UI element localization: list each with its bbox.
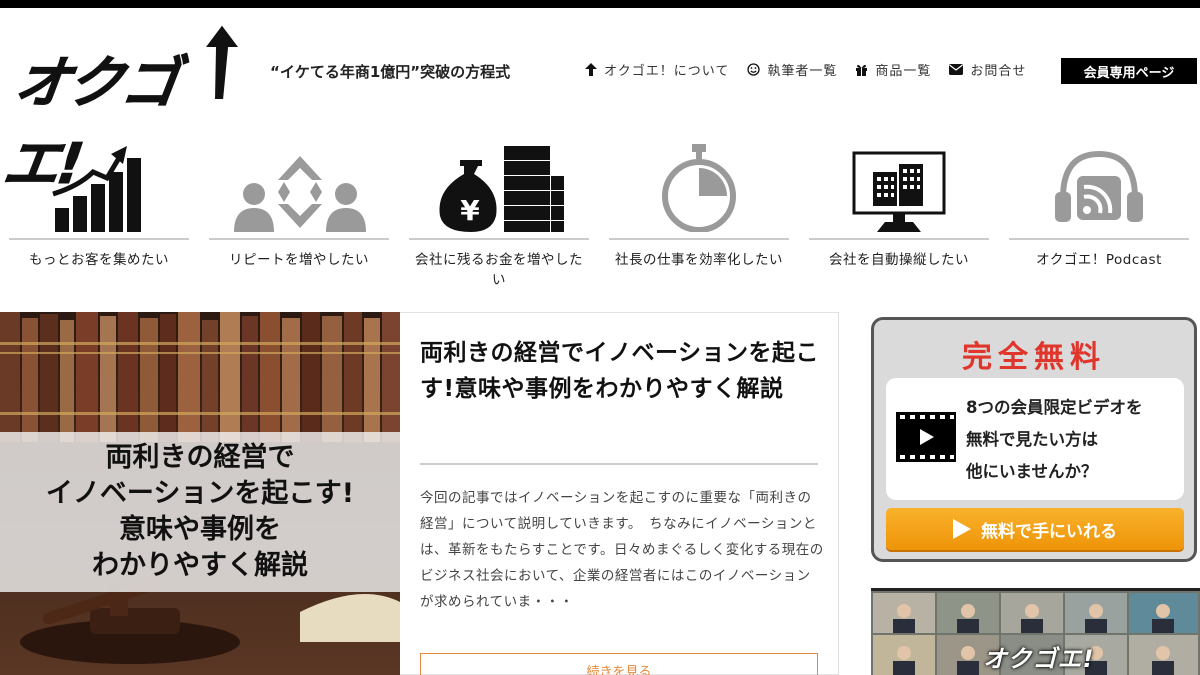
envelope-icon: [949, 64, 964, 75]
category-divider: [1009, 238, 1189, 240]
cta-label: 無料で手にいれる: [981, 521, 1117, 542]
nav-item-label: 商品一覧: [875, 64, 932, 79]
main-nav: オクゴエ！について 執筆者一覧 商品一覧 お問合せ: [585, 60, 1044, 79]
site-header: オクゴエ! “イケてる年商1億円”突破の方程式 オクゴエ！について 執筆者一覧 …: [0, 8, 1200, 198]
site-tagline: “イケてる年商1億円”突破の方程式: [270, 63, 511, 81]
category-repeat[interactable]: リピートを増やしたい: [209, 140, 389, 275]
category-label: オクゴエ！Podcast: [1036, 252, 1162, 268]
yen-money-bag-icon: ¥: [439, 146, 564, 232]
category-divider: [409, 238, 589, 240]
article-card: 両利きの経営でイノベーションを起こす!意味や事例をわかりやすく解説 今回の記事で…: [400, 312, 839, 675]
nav-item-label: 執筆者一覧: [767, 64, 838, 79]
promo-message-box: 8つの会員限定ビデオを 無料で見たい方は 他にいませんか？: [886, 378, 1184, 500]
video-banner-label: オクゴエ!: [983, 645, 1095, 673]
category-divider: [809, 238, 989, 240]
gift-icon: [856, 64, 868, 76]
get-free-button[interactable]: 無料で手にいれる: [886, 508, 1184, 550]
nav-item-writers[interactable]: 執筆者一覧: [747, 60, 837, 79]
category-efficiency[interactable]: 社長の仕事を効率化したい: [609, 140, 789, 275]
stopwatch-icon: [662, 144, 736, 232]
member-page-button[interactable]: 会員専用ページ: [1061, 58, 1197, 84]
category-divider: [209, 238, 389, 240]
caption-line: 意味や事例を: [119, 514, 281, 545]
category-label: 会社を自動操縦したい: [829, 252, 969, 268]
growth-chart-icon: [52, 146, 141, 232]
building-monitor-icon: [852, 151, 946, 232]
smile-icon: [747, 63, 761, 76]
nav-item-label: お問合せ: [970, 64, 1027, 79]
article-thumbnail[interactable]: 両利きの経営で イノベーションを起こす! 意味や事例を わかりやすく解説: [0, 312, 400, 675]
nav-item-about[interactable]: オクゴエ！について: [585, 60, 729, 79]
read-more-button[interactable]: 続きを見る: [420, 653, 818, 675]
promo-text: 8つの会員限定ビデオを 無料で見たい方は 他にいませんか？: [966, 392, 1142, 488]
promo-line: 8つの会員限定ビデオを: [966, 398, 1143, 417]
nav-item-contact[interactable]: お問合せ: [949, 60, 1026, 79]
video-clapper-icon: [896, 412, 956, 462]
article-title[interactable]: 両利きの経営でイノベーションを起こす!意味や事例をわかりやすく解説: [420, 335, 820, 407]
article-divider: [420, 463, 818, 465]
free-video-promo: 完全無料 8つの会員限定ビデオを 無料で見たい方は 他にいませんか？ 無料で手に…: [871, 317, 1197, 562]
caption-line: 両利きの経営で: [105, 442, 295, 473]
logo-arrow-icon: [202, 22, 242, 101]
video-conference-banner[interactable]: オクゴエ!: [871, 588, 1200, 675]
category-label: 社長の仕事を効率化したい: [615, 252, 783, 268]
category-label: リピートを増やしたい: [229, 252, 369, 268]
promo-line: 他にいませんか？: [966, 462, 1098, 481]
category-podcast[interactable]: オクゴエ！Podcast: [1009, 140, 1189, 275]
category-row: もっとお客を集めたい リピートを増やしたい ¥ 会社に残るお金を増やしたい 社長…: [0, 140, 1200, 288]
top-bar: [0, 0, 1200, 8]
caption-line: イノベーションを起こす!: [45, 478, 355, 509]
category-divider: [609, 238, 789, 240]
promo-line: 無料で見たい方は: [966, 430, 1098, 449]
category-divider: [9, 238, 189, 240]
category-customers[interactable]: もっとお客を集めたい: [9, 140, 189, 275]
podcast-headphones-icon: [1055, 150, 1143, 222]
caption-line: わかりやすく解説: [92, 550, 308, 581]
svg-text:¥: ¥: [460, 194, 480, 227]
article-image-caption: 両利きの経営で イノベーションを起こす! 意味や事例を わかりやすく解説: [0, 432, 400, 592]
play-icon: [953, 519, 971, 539]
site-logo[interactable]: オクゴエ!: [0, 22, 244, 198]
repeat-customers-icon: [234, 156, 366, 232]
category-label: 会社に残るお金を増やしたい: [415, 252, 583, 288]
nav-item-label: オクゴエ！について: [604, 64, 730, 79]
nav-item-products[interactable]: 商品一覧: [855, 60, 931, 79]
arrow-up-icon: [585, 63, 597, 76]
promo-title: 完全無料: [962, 340, 1106, 375]
category-autopilot[interactable]: 会社を自動操縦したい: [809, 140, 989, 275]
category-label: もっとお客を集めたい: [29, 252, 169, 268]
article-excerpt: 今回の記事ではイノベーションを起こすのに重要な「両利きの経営」について説明してい…: [420, 490, 824, 610]
category-money[interactable]: ¥ 会社に残るお金を増やしたい: [409, 140, 589, 288]
